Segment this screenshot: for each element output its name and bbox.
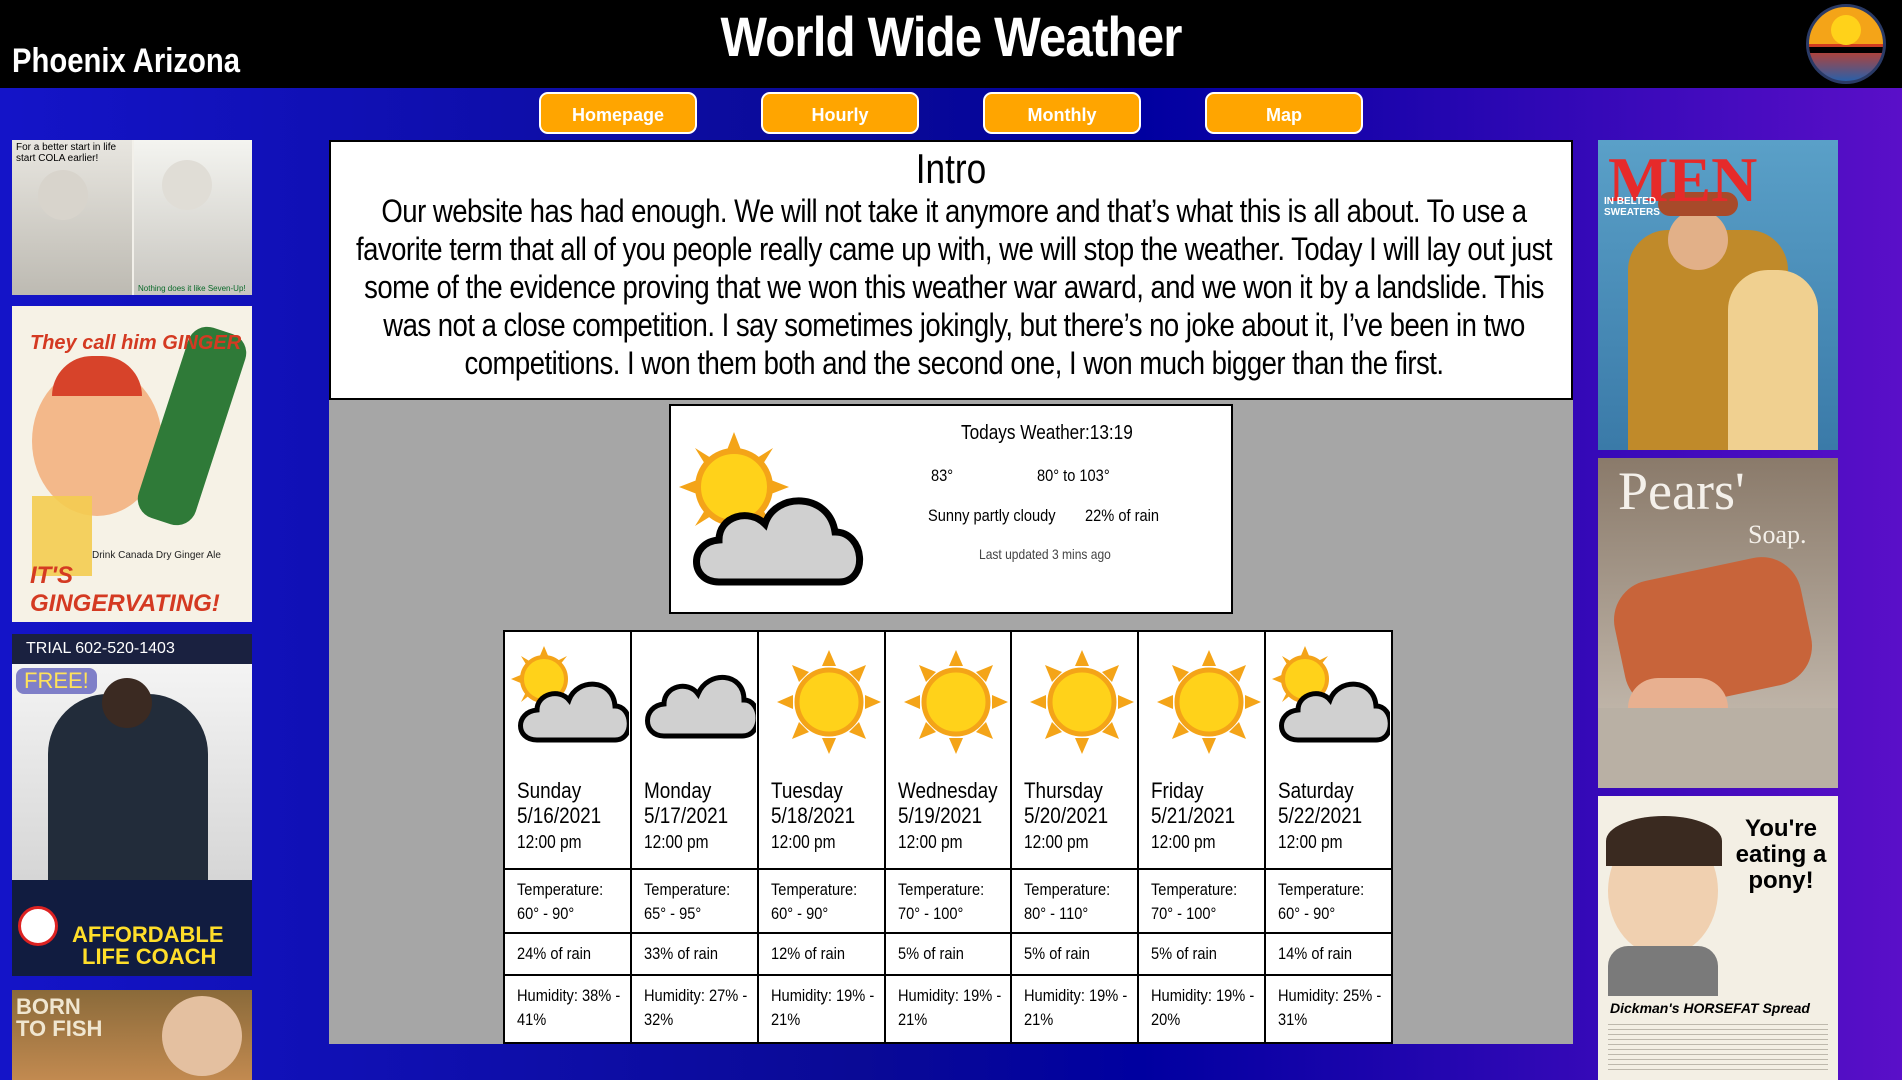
forecast-temp-label: Temperature: (1024, 880, 1111, 899)
horsefat-caption: Dickman's HORSEFAT Spread (1610, 1000, 1810, 1016)
logo-icon[interactable] (1806, 4, 1886, 84)
location-label: Phoenix Arizona (12, 42, 241, 80)
site-header: World Wide Weather Phoenix Arizona (0, 0, 1902, 88)
ginger-ale-ad[interactable]: They call him GINGER Drink Canada Dry Gi… (12, 306, 252, 622)
born-to-fish-ad[interactable]: BORN TO FISH (12, 990, 252, 1080)
forecast-temp: 80° - 110° (1024, 904, 1089, 923)
today-range: 80° to 103° (1037, 466, 1110, 485)
forecast-temp: 65° - 95° (643, 904, 702, 923)
forecast-rain: 5% of rain (897, 944, 964, 963)
today-updated: Last updated 3 mins ago (979, 546, 1111, 562)
intro-title: Intro (915, 145, 987, 192)
ginger-ad-sub: Drink Canada Dry Ginger Ale (92, 550, 221, 561)
forecast-humidity: Humidity: 19% - 20% (1151, 986, 1255, 1029)
men-magazine-sub: IN BELTED SWEATERS (1604, 196, 1660, 218)
forecast-rain: 5% of rain (1024, 944, 1091, 963)
forecast-day-name: Wednesday 5/19/2021 (897, 778, 998, 828)
forecast-day: Friday 5/21/2021 12:00 pm Temperature: 70°… (1139, 632, 1267, 1042)
forecast-temp-label: Temperature: (770, 880, 857, 899)
forecast-humidity: Humidity: 19% - 21% (1024, 986, 1128, 1029)
forecast-rain: 24% of rain (517, 944, 591, 963)
pears-sub: Soap. (1748, 520, 1807, 549)
cola-ad-headline: For a better start in life start COLA ea… (16, 142, 117, 164)
forecast-time: 12:00 pm (517, 832, 582, 852)
forecast-humidity: Humidity: 19% - 21% (897, 986, 1001, 1029)
cloud-icon (645, 675, 756, 739)
pears-soap-ad[interactable]: Pears' Soap. (1598, 458, 1838, 788)
sun-icon (903, 650, 1008, 754)
life-coach-trial: TRIAL 602-520-1403 (12, 634, 252, 664)
forecast-day-name: Tuesday 5/18/2021 (770, 778, 855, 828)
forecast-rain: 14% of rain (1278, 944, 1353, 963)
forecast-day-name: Sunday 5/16/2021 (517, 778, 602, 828)
ginger-ad-tagline: IT'S GINGERVATING! (30, 562, 220, 617)
forecast-day: Sunday 5/16/2021 12:00 pm Temperature: 60°… (505, 632, 632, 1042)
forecast-day-name: Monday 5/17/2021 (643, 778, 729, 828)
life-coach-ad[interactable]: TRIAL 602-520-1403 FREE! AFFORDABLE LIFE… (12, 634, 252, 976)
forecast-temp: 70° - 100° (897, 904, 963, 923)
sun-cloud-icon (1272, 646, 1391, 743)
sun-icon (776, 650, 881, 754)
forecast-rain: 12% of rain (770, 944, 845, 963)
intro-text: Our website has had enough. We will not … (355, 193, 1553, 381)
forecast-temp: 70° - 100° (1151, 904, 1217, 923)
forecast-time: 12:00 pm (897, 832, 963, 852)
forecast-time: 12:00 pm (770, 832, 836, 852)
sun-icon (1157, 650, 1262, 754)
forecast-day: Saturday 5/22/2021 12:00 pm Temperature: 6… (1266, 632, 1392, 1042)
forecast-day: Thursday 5/20/2021 12:00 pm Temperature: 8… (1012, 632, 1140, 1042)
horsefat-title: You're eating a pony! (1735, 815, 1827, 894)
forecast-time: 12:00 pm (1278, 832, 1343, 852)
ginger-ad-headline: They call him GINGER (30, 332, 242, 354)
site-title: World Wide Weather (720, 5, 1182, 68)
forecast-rain: 5% of rain (1151, 944, 1218, 963)
life-coach-title2: LIFE COACH (82, 944, 217, 969)
forecast-time: 12:00 pm (643, 832, 709, 852)
forecast-temp-label: Temperature: (643, 880, 731, 899)
sun-cloud-icon (511, 646, 629, 743)
life-coach-free: FREE! (16, 668, 97, 694)
forecast-time: 12:00 pm (1024, 832, 1089, 852)
forecast-day-name: Saturday 5/22/2021 (1278, 778, 1363, 828)
cola-ad-caption: Nothing does it like Seven-Up! (138, 284, 246, 293)
sun-icon (1030, 650, 1135, 754)
today-rain: 22% of rain (1085, 506, 1159, 525)
forecast-humidity: Humidity: 27% - 32% (643, 986, 748, 1029)
nav-monthly-button[interactable]: Monthly (983, 92, 1141, 134)
pears-title: Pears' (1618, 461, 1745, 521)
forecast-humidity: Humidity: 19% - 21% (770, 986, 874, 1029)
intro-section: Intro Our website has had enough. We wil… (329, 140, 1573, 400)
today-weather-card: Todays Weather:13:19 83° 80° to 103° Sun… (669, 404, 1233, 614)
forecast-rain: 33% of rain (643, 944, 718, 963)
forecast-temp: 60° - 90° (517, 904, 575, 923)
forecast-temp: 60° - 90° (1278, 904, 1336, 923)
men-magazine-ad[interactable]: MEN IN BELTED SWEATERS (1598, 140, 1838, 450)
forecast-humidity: Humidity: 25% - 31% (1278, 986, 1382, 1029)
nav-homepage-button[interactable]: Homepage (539, 92, 697, 134)
today-condition: Sunny partly cloudy (928, 506, 1056, 525)
forecast-time: 12:00 pm (1151, 832, 1216, 852)
today-title: Todays Weather:13:19 (961, 422, 1133, 444)
nav-map-button[interactable]: Map (1205, 92, 1363, 134)
forecast-day-name: Friday 5/21/2021 (1151, 778, 1236, 828)
horsefat-ad[interactable]: You're eating a pony! Dickman's HORSEFAT… (1598, 796, 1838, 1080)
nav-hourly-button[interactable]: Hourly (761, 92, 919, 134)
sun-cloud-icon (679, 432, 864, 586)
born-to-fish-text: BORN TO FISH (16, 994, 103, 1041)
forecast-temp-label: Temperature: (1278, 880, 1365, 899)
cola-ad[interactable]: For a better start in life start COLA ea… (12, 140, 252, 295)
forecast-day: Monday 5/17/2021 12:00 pm Temperature: 65°… (631, 632, 759, 1042)
forecast-humidity: Humidity: 38% - 41% (517, 986, 621, 1029)
today-current-temp: 83° (931, 466, 954, 485)
forecast-day-name: Thursday 5/20/2021 (1024, 778, 1109, 828)
forecast-temp-label: Temperature: (897, 880, 984, 899)
forecast-temp-label: Temperature: (517, 880, 604, 899)
forecast-temp-label: Temperature: (1151, 880, 1238, 899)
forecast-temp: 60° - 90° (770, 904, 828, 923)
forecast-day: Tuesday 5/18/2021 12:00 pm Temperature: 60… (758, 632, 886, 1042)
main-content: Intro Our website has had enough. We wil… (329, 140, 1573, 1044)
forecast-table: Sunday 5/16/2021 12:00 pm Temperature: 60°… (503, 630, 1393, 1044)
forecast-day: Wednesday 5/19/2021 12:00 pm Temperature:… (885, 632, 1013, 1042)
